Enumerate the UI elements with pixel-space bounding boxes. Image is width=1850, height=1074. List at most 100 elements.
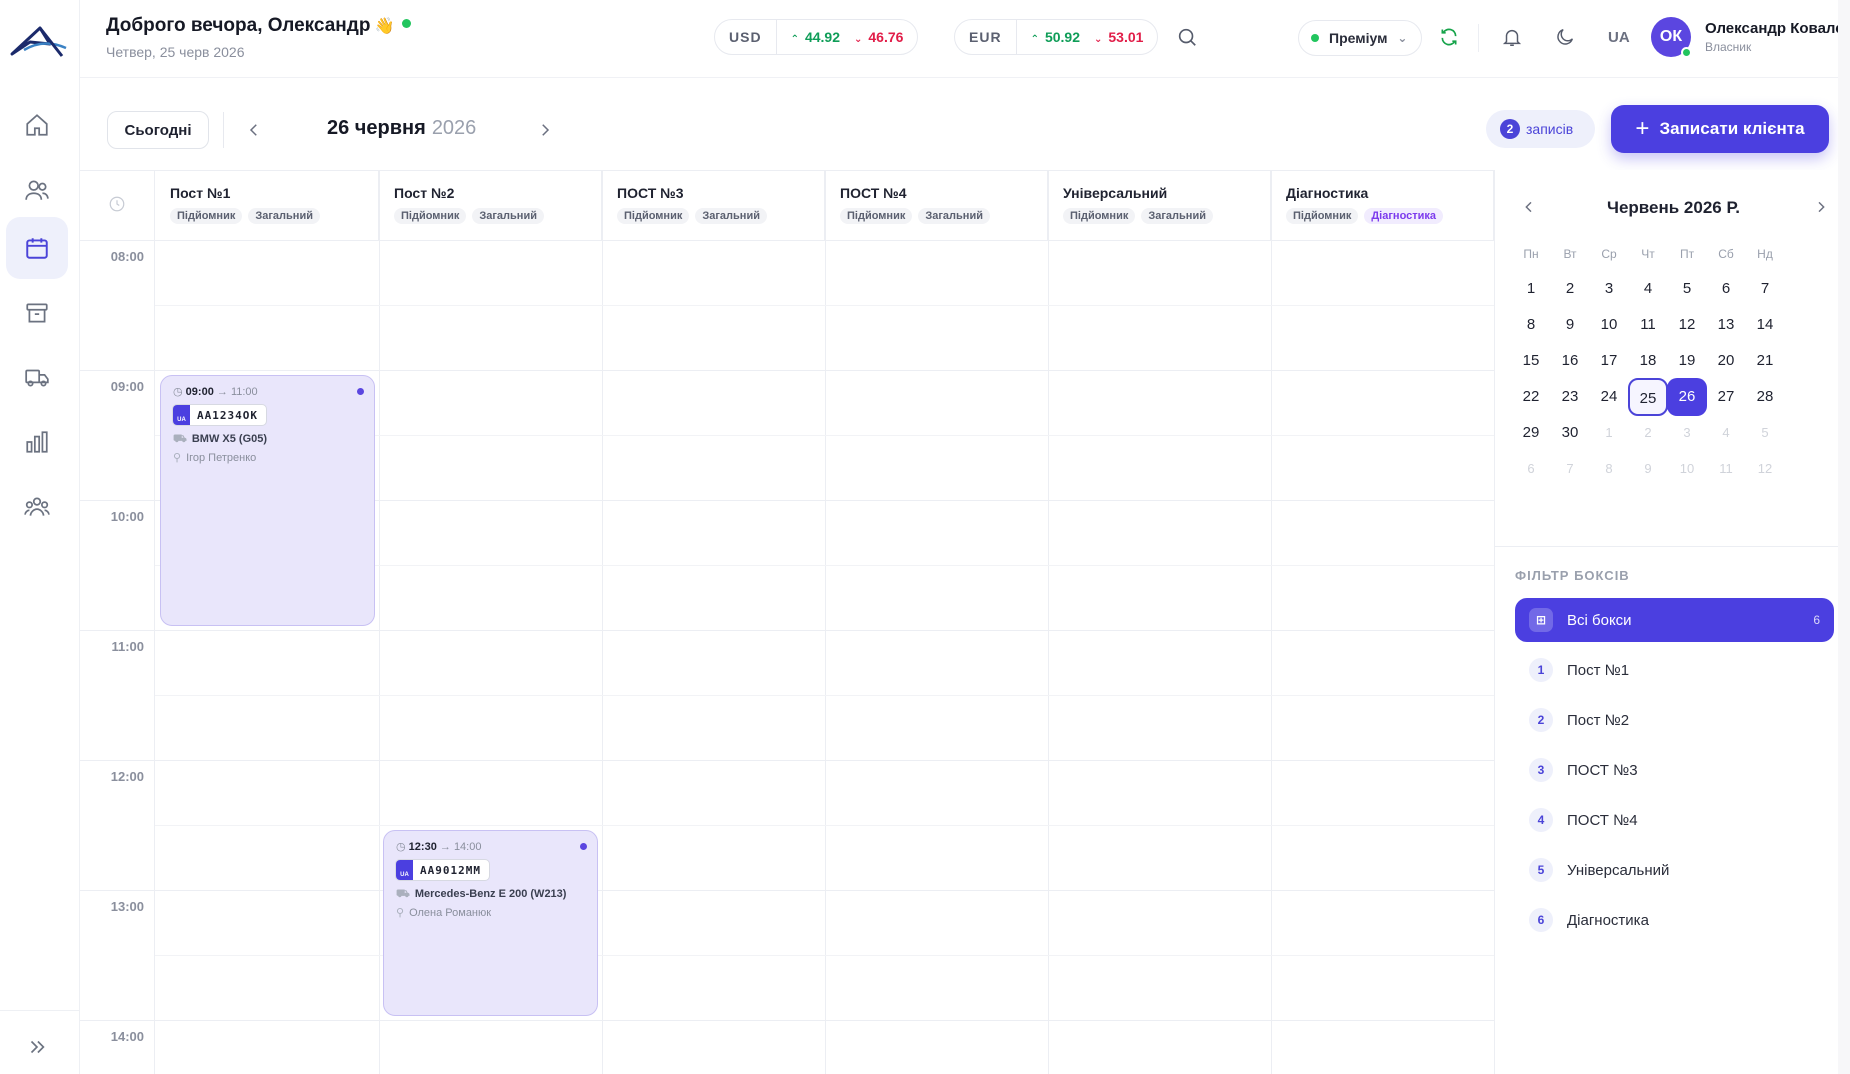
nav-team[interactable]	[6, 476, 68, 538]
calendar-day[interactable]: 3	[1589, 270, 1629, 308]
theme-toggle[interactable]	[1552, 24, 1578, 50]
calendar-day[interactable]: 13	[1706, 306, 1746, 344]
calendar-day[interactable]: 16	[1550, 342, 1590, 380]
app-logo[interactable]	[10, 20, 68, 60]
calendar-day[interactable]: 8	[1589, 450, 1629, 488]
calendar-day[interactable]: 12	[1667, 306, 1707, 344]
calendar-day[interactable]: 1	[1511, 270, 1551, 308]
hour-line	[80, 630, 1494, 631]
calendar-day[interactable]: 7	[1745, 270, 1785, 308]
filter-number: 6	[1529, 908, 1553, 932]
sidebar-divider	[0, 1010, 80, 1011]
avatar[interactable]: ОК	[1651, 17, 1692, 58]
nav-delivery[interactable]	[6, 346, 68, 408]
time-label: 13:00	[110, 899, 144, 914]
calendar-day[interactable]: 2	[1550, 270, 1590, 308]
calendar-day[interactable]: 12	[1745, 450, 1785, 488]
filter-label: Пост №2	[1567, 711, 1630, 729]
scrollbar[interactable]	[1838, 0, 1850, 1074]
calendar-day[interactable]: 2	[1628, 414, 1668, 452]
calendar-day[interactable]: 4	[1706, 414, 1746, 452]
appointment-card[interactable]: ◷ 09:00 → 11:00 UA AA1234OK ⛟ BMW X5 (G05)…	[160, 375, 375, 626]
filter-all-boxes[interactable]: ⊞ Всі бокси 6	[1515, 598, 1834, 642]
time-label: 08:00	[110, 249, 144, 264]
client-name-text: Ігор Петренко	[186, 452, 257, 464]
calendar-day[interactable]: 5	[1745, 414, 1785, 452]
filter-item-post-2[interactable]: 2 Пост №2	[1515, 698, 1834, 742]
filter-item-post-1[interactable]: 1 Пост №1	[1515, 648, 1834, 692]
next-day-button[interactable]	[528, 113, 562, 147]
column-header-universal[interactable]: Універсальний Підйомник Загальний	[1048, 171, 1271, 240]
calendar-day[interactable]: 11	[1628, 306, 1668, 344]
search-button[interactable]	[1174, 24, 1200, 50]
calendar-day[interactable]: 28	[1745, 378, 1785, 416]
currency-sell: 46.76	[868, 29, 904, 45]
filter-item-universal[interactable]: 5 Універсальний	[1515, 848, 1834, 892]
filter-label: Універсальний	[1567, 861, 1670, 879]
nav-calendar[interactable]	[6, 217, 68, 279]
filter-item-post-4[interactable]: 4 ПОСТ №4	[1515, 798, 1834, 842]
prev-day-button[interactable]	[237, 113, 271, 147]
tag: Підйомник	[394, 208, 467, 224]
nav-warehouse[interactable]	[6, 282, 68, 344]
calendar-day[interactable]: 18	[1628, 342, 1668, 380]
calendar-day[interactable]: 10	[1589, 306, 1629, 344]
column-header-post-1[interactable]: Пост №1 Підйомник Загальний	[155, 171, 379, 240]
prev-month-button[interactable]	[1519, 197, 1539, 217]
column-header-post-4[interactable]: ПОСТ №4 Підйомник Загальний	[825, 171, 1048, 240]
currency-buy: 44.92	[804, 29, 840, 45]
nav-clients[interactable]	[6, 159, 68, 221]
mini-calendar-month: Червень 2026 Р.	[1607, 198, 1740, 217]
calendar-day[interactable]: 6	[1511, 450, 1551, 488]
calendar-day[interactable]: 5	[1667, 270, 1707, 308]
nav-home[interactable]	[6, 94, 68, 156]
chevron-right-icon	[1818, 201, 1825, 213]
today-button[interactable]: Сьогодні	[107, 111, 209, 149]
filter-item-diagnostics[interactable]: 6 Діагностика	[1515, 898, 1834, 942]
sidebar-expand-button[interactable]	[6, 1016, 68, 1074]
clock-icon: ◷	[396, 841, 406, 853]
calendar-day[interactable]: 21	[1745, 342, 1785, 380]
calendar-day[interactable]: 7	[1550, 450, 1590, 488]
filter-item-post-3[interactable]: 3 ПОСТ №3	[1515, 748, 1834, 792]
column-header-post-3[interactable]: ПОСТ №3 Підйомник Загальний	[602, 171, 825, 240]
add-client-button[interactable]: + Записати клієнта	[1611, 105, 1829, 153]
calendar-day[interactable]: 25	[1628, 378, 1668, 416]
nav-analytics[interactable]	[6, 411, 68, 473]
calendar-day[interactable]: 14	[1745, 306, 1785, 344]
bar-chart-icon	[26, 431, 48, 453]
calendar-day[interactable]: 23	[1550, 378, 1590, 416]
appointment-time-arrow: →	[439, 841, 451, 853]
calendar-day[interactable]: 22	[1511, 378, 1551, 416]
calendar-day[interactable]: 8	[1511, 306, 1551, 344]
calendar-day[interactable]: 24	[1589, 378, 1629, 416]
calendar-day[interactable]: 19	[1667, 342, 1707, 380]
avatar-status-dot	[1681, 47, 1692, 58]
calendar-day[interactable]: 26	[1667, 378, 1707, 416]
user-name[interactable]: Олександр Коваленко	[1705, 20, 1850, 37]
appointment-card[interactable]: ◷ 12:30 → 14:00 UA AA9012MM ⛟ Mercedes-Ben…	[383, 830, 598, 1016]
column-header-diagnostics[interactable]: Діагностика Підйомник Діагностика	[1271, 171, 1494, 240]
calendar-day[interactable]: 15	[1511, 342, 1551, 380]
tag: Підйомник	[840, 208, 913, 224]
calendar-day[interactable]: 29	[1511, 414, 1551, 452]
chevron-left-icon	[249, 124, 257, 136]
calendar-day[interactable]: 30	[1550, 414, 1590, 452]
language-switcher[interactable]: UA	[1608, 29, 1630, 46]
calendar-day[interactable]: 10	[1667, 450, 1707, 488]
calendar-day[interactable]: 17	[1589, 342, 1629, 380]
calendar-day[interactable]: 1	[1589, 414, 1629, 452]
notifications-button[interactable]	[1499, 24, 1525, 50]
calendar-day[interactable]: 11	[1706, 450, 1746, 488]
calendar-day[interactable]: 27	[1706, 378, 1746, 416]
calendar-day[interactable]: 4	[1628, 270, 1668, 308]
calendar-day[interactable]: 6	[1706, 270, 1746, 308]
next-month-button[interactable]	[1811, 197, 1831, 217]
refresh-button[interactable]	[1436, 24, 1462, 50]
calendar-day[interactable]: 20	[1706, 342, 1746, 380]
calendar-day[interactable]: 9	[1628, 450, 1668, 488]
calendar-day[interactable]: 3	[1667, 414, 1707, 452]
calendar-day[interactable]: 9	[1550, 306, 1590, 344]
column-header-post-2[interactable]: Пост №2 Підйомник Загальний	[379, 171, 602, 240]
plan-selector[interactable]: Преміум ⌄	[1298, 20, 1422, 56]
